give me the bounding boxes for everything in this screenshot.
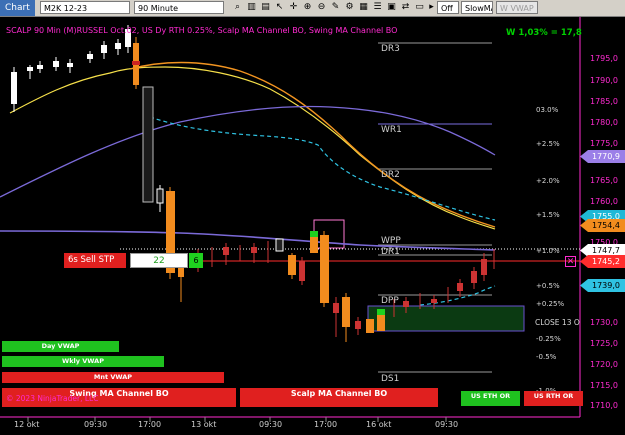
level-dpp: DPP — [381, 296, 399, 306]
pencil-icon[interactable]: ✎ — [330, 2, 341, 13]
us-rth-or-button[interactable]: US RTH OR — [524, 391, 583, 406]
time-tick: 17:00 — [314, 420, 338, 429]
order-count-badge[interactable]: 6 — [189, 253, 203, 268]
chart-style-icon[interactable]: ▤ — [260, 2, 271, 13]
pct-label: -0.25% — [536, 335, 561, 343]
time-tick: 13 okt — [191, 420, 217, 429]
strategy-icon[interactable]: ☰ — [372, 2, 383, 13]
time-tick: 16 okt — [366, 420, 392, 429]
chart-toolbar: Chart M2K 12-23 90 Minute ⌕ ▥ ▤ ↖ ✛ ⊕ ⊖ … — [0, 0, 625, 17]
price-tag-red: 1745,2 — [580, 255, 625, 268]
weekly-vwap-button[interactable]: Wkly VWAP — [2, 356, 164, 367]
candles — [11, 25, 495, 342]
indicator-info-line: SCALP 90 Min (M)RUSSEL Oct.02, US Dy RTH… — [6, 26, 398, 35]
pct-label: +0.5% — [536, 282, 560, 290]
time-tick: 09:30 — [259, 420, 283, 429]
price-tick: 1795,0 — [590, 54, 618, 63]
level-dr2: DR2 — [381, 170, 400, 180]
level-wpp: WPP — [381, 236, 401, 246]
time-tick: 09:30 — [84, 420, 108, 429]
sell-stop-order[interactable]: 6s Sell STP — [64, 253, 126, 268]
order-quantity[interactable]: 22 — [130, 253, 188, 268]
snapshot-icon[interactable]: ▭ — [414, 2, 425, 13]
monthly-vwap-button[interactable]: Mnt VWAP — [2, 372, 224, 383]
pct-label: +2.5% — [536, 140, 560, 148]
close-label: CLOSE 13 O — [535, 318, 580, 327]
scalp-channel-button[interactable]: Scalp MA Channel BO — [240, 388, 438, 407]
copyright-text: © 2023 NinjaTrader, LLC — [6, 394, 99, 403]
toggle-off-button[interactable]: Off — [437, 1, 459, 14]
price-tick: 1725,0 — [590, 339, 618, 348]
price-tick: 1790,0 — [590, 76, 618, 85]
pct-label: +2.0% — [536, 177, 560, 185]
time-tick: 17:00 — [138, 420, 162, 429]
crosshair-icon[interactable]: ✛ — [288, 2, 299, 13]
chart-tab[interactable]: Chart — [0, 0, 35, 16]
instrument-selector[interactable]: M2K 12-23 — [40, 1, 130, 14]
cancel-order-icon[interactable]: ✕ — [565, 256, 576, 267]
level-dr1: DR1 — [381, 247, 400, 257]
zoom-in-icon[interactable]: ⊕ — [302, 2, 313, 13]
price-tick: 1785,0 — [590, 97, 618, 106]
price-tag-orange: 1754,4 — [580, 219, 625, 232]
time-tick: 09:30 — [435, 420, 459, 429]
cursor-icon[interactable]: ↖ — [274, 2, 285, 13]
pl-readout: W 1,03% = 17,8 — [506, 28, 582, 38]
pct-label: +1.0% — [536, 247, 560, 255]
price-tick: 1730,0 — [590, 318, 618, 327]
price-tick: 1765,0 — [590, 176, 618, 185]
more-icon[interactable]: ▸ — [426, 2, 437, 13]
price-tag-purple: 1770,9 — [580, 150, 625, 163]
level-ds1: DS1 — [381, 374, 400, 384]
w-vwap-button[interactable]: W VWAP — [496, 1, 538, 14]
price-tick: 1715,0 — [590, 381, 618, 390]
slow-ma-button[interactable]: SlowMA — [461, 1, 493, 14]
price-tag-cyan-2: 1739,0 — [580, 279, 625, 292]
data-box-icon[interactable]: ▦ — [358, 2, 369, 13]
level-dr3: DR3 — [381, 44, 400, 54]
chart-trader-icon[interactable]: ⇄ — [400, 2, 411, 13]
timeframe-selector[interactable]: 90 Minute — [134, 1, 224, 14]
price-tick: 1780,0 — [590, 118, 618, 127]
chart-panel[interactable]: SCALP 90 Min (M)RUSSEL Oct.02, US Dy RTH… — [0, 17, 625, 435]
us-eth-or-button[interactable]: US ETH OR — [461, 391, 520, 406]
day-vwap-button[interactable]: Day VWAP — [2, 341, 119, 352]
level-wr1: WR1 — [381, 125, 402, 135]
bars-icon[interactable]: ▥ — [246, 2, 257, 13]
pct-label: +1.5% — [536, 211, 560, 219]
time-tick: 12 okt — [14, 420, 40, 429]
pct-label: +0.25% — [536, 300, 565, 308]
price-tick: 1760,0 — [590, 197, 618, 206]
properties-icon[interactable]: ⚙ — [344, 2, 355, 13]
template-icon[interactable]: ▣ — [386, 2, 397, 13]
magnifier-icon[interactable]: ⌕ — [232, 2, 243, 13]
pct-label: 03.0% — [536, 106, 559, 114]
zoom-out-icon[interactable]: ⊖ — [316, 2, 327, 13]
price-tick: 1720,0 — [590, 360, 618, 369]
price-tick: 1775,0 — [590, 139, 618, 148]
price-tick: 1710,0 — [590, 401, 618, 410]
pct-label: -0.5% — [536, 353, 557, 361]
